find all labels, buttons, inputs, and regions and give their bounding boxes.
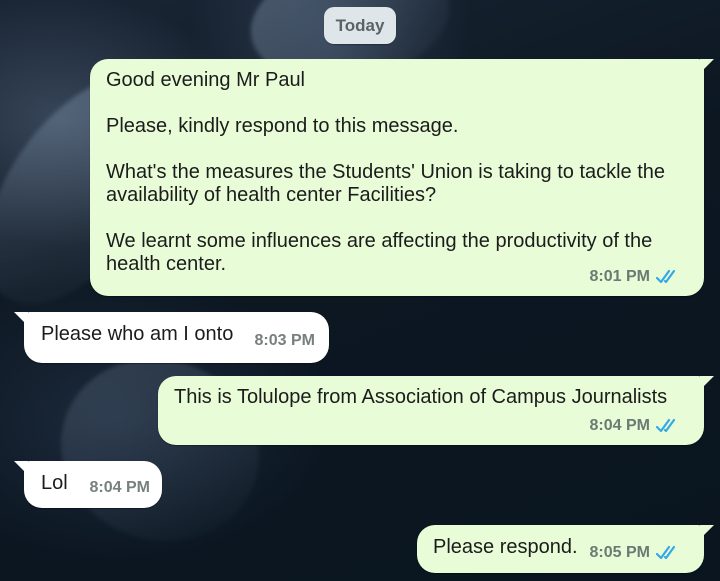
message-text-line: Please, kindly respond to this message. <box>106 115 459 137</box>
message-text-line: We learnt some influences are affecting … <box>106 230 653 252</box>
message-meta: 8:05 PM <box>590 541 682 564</box>
chat-thread[interactable]: Today Good evening Mr Paul Please, kindl… <box>0 0 720 581</box>
incoming-message-bubble[interactable]: Please who am I onto 8:03 PM <box>14 312 329 363</box>
bubble-tail <box>700 376 714 390</box>
outgoing-message-bubble[interactable]: This is Tolulope from Association of Cam… <box>158 376 714 445</box>
message-meta: 8:03 PM <box>255 329 315 352</box>
message-time: 8:04 PM <box>89 479 150 496</box>
message-time: 8:04 PM <box>589 417 650 434</box>
outgoing-message-bubble[interactable]: Good evening Mr Paul Please, kindly resp… <box>90 59 714 296</box>
double-check-read-icon <box>656 545 676 559</box>
double-check-read-icon <box>656 418 676 432</box>
incoming-message-bubble[interactable]: Lol 8:04 PM <box>14 461 162 508</box>
date-chip-label: Today <box>335 15 385 35</box>
message-text-line: Good evening Mr Paul <box>106 69 306 91</box>
message-text-line: What's the measures the Students' Union … <box>106 161 666 183</box>
bubble-tail <box>700 525 714 539</box>
outgoing-message-bubble[interactable]: Please respond. 8:05 PM <box>417 525 714 573</box>
message-time: 8:05 PM <box>589 544 650 561</box>
message-meta: 8:04 PM <box>590 414 682 437</box>
bubble-tail <box>14 461 28 475</box>
double-check-read-icon <box>656 269 676 283</box>
message-meta: 8:04 PM <box>90 476 150 499</box>
message-text: This is Tolulope from Association of Cam… <box>174 386 668 408</box>
message-text-line: availability of health center Facilities… <box>106 184 437 206</box>
bubble-tail <box>14 312 28 326</box>
bubble-tail <box>700 59 714 73</box>
message-time: 8:01 PM <box>589 268 650 285</box>
message-time: 8:03 PM <box>254 332 315 349</box>
message-meta: 8:01 PM <box>590 265 682 288</box>
date-chip: Today <box>324 7 396 44</box>
